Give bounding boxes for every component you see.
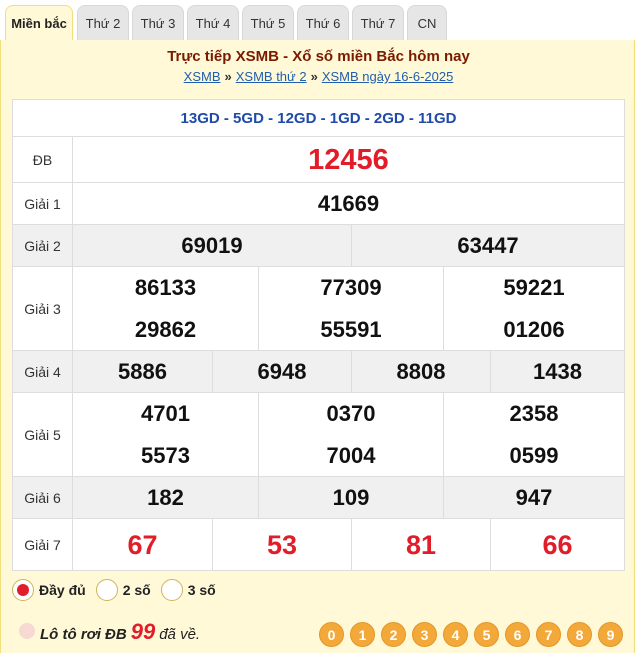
digit-ball[interactable]: 8 (567, 622, 592, 647)
prize-number: 7004 (258, 435, 443, 477)
prize-label: Giải 2 (13, 225, 73, 266)
special-prize-number: 12456 (308, 143, 389, 176)
tab-thu-5[interactable]: Thứ 5 (242, 5, 294, 40)
option-2-digits[interactable]: 2 số (95, 579, 151, 601)
breadcrumb-separator: » (224, 69, 232, 84)
radio-selected-icon[interactable] (12, 579, 34, 601)
prize-number: 0370 (258, 393, 443, 435)
prize-row-g4: Giải 4 5886 6948 8808 1438 (13, 350, 624, 393)
tab-cn[interactable]: CN (407, 5, 447, 40)
prize-row-g5: Giải 5 4701 0370 2358 5573 7004 0599 (13, 392, 624, 477)
digit-balls: 0 1 2 3 4 5 6 7 8 9 (319, 622, 629, 647)
prize-number: 86133 (134, 275, 197, 300)
loto-prefix: Lô tô rơi ĐB (40, 626, 127, 643)
breadcrumb-xsmb-thu-2[interactable]: XSMB thứ 2 (236, 69, 307, 84)
prize-label: Giải 6 (13, 477, 73, 518)
display-options: Đầy đủ 2 số 3 số (12, 574, 226, 606)
prize-number: 59221 (443, 267, 624, 309)
prize-number: 67 (127, 529, 158, 560)
prize-number: 63447 (351, 225, 624, 267)
option-full[interactable]: Đầy đủ (12, 579, 86, 601)
prize-row-g6: Giải 6 182 109 947 (13, 476, 624, 519)
prize-number: 182 (147, 485, 184, 510)
tab-thu-7[interactable]: Thứ 7 (352, 5, 404, 40)
digit-ball[interactable]: 9 (598, 622, 623, 647)
prize-number: 77309 (258, 267, 443, 309)
option-3-digits[interactable]: 3 số (160, 579, 216, 601)
option-label: 2 số (122, 582, 151, 598)
breadcrumb-date[interactable]: XSMB ngày 16-6-2025 (322, 69, 454, 84)
loto-footer: Lô tô rơi ĐB 99 đã về. 0 1 2 3 4 5 6 7 8… (1, 613, 634, 653)
results-frame: 13GD - 5GD - 12GD - 1GD - 2GD - 11GD ĐB … (0, 93, 635, 653)
prize-number: 5886 (118, 359, 167, 384)
breadcrumb: XSMB» XSMB thứ 2» XSMB ngày 16-6-2025 (1, 69, 635, 84)
tab-thu-3[interactable]: Thứ 3 (132, 5, 184, 40)
prize-number: 947 (443, 477, 624, 519)
prize-number: 55591 (258, 309, 443, 351)
prize-row-g2: Giải 2 69019 63447 (13, 224, 624, 267)
prize-number: 81 (351, 519, 490, 571)
prize-number: 6948 (212, 351, 351, 393)
prize-number: 66 (490, 519, 624, 571)
prize-row-g3: Giải 3 86133 77309 59221 29862 55591 012… (13, 266, 624, 351)
breadcrumb-xsmb[interactable]: XSMB (184, 69, 221, 84)
prize-number: 8808 (351, 351, 490, 393)
prize-number: 2358 (443, 393, 624, 435)
digit-ball[interactable]: 4 (443, 622, 468, 647)
results-header: Trực tiếp XSMB - Xổ số miền Bắc hôm nay … (0, 40, 635, 93)
prize-label: Giải 3 (13, 267, 73, 350)
radio-icon[interactable] (160, 579, 183, 601)
prize-number: 69019 (181, 233, 243, 258)
decorative-dot-icon (19, 623, 35, 639)
prize-number: 109 (258, 477, 443, 519)
digit-ball[interactable]: 6 (505, 622, 530, 647)
prize-number: 41669 (317, 191, 380, 216)
loto-suffix: đã về. (159, 626, 201, 643)
day-tabs: Miền bắc Thứ 2 Thứ 3 Thứ 4 Thứ 5 Thứ 6 T… (0, 0, 635, 40)
prize-row-g1: Giải 1 41669 (13, 182, 624, 224)
prize-number: 01206 (443, 309, 624, 351)
digit-ball[interactable]: 1 (350, 622, 375, 647)
prize-label: Giải 1 (13, 183, 73, 224)
prize-label: ĐB (13, 137, 73, 182)
digit-ball[interactable]: 7 (536, 622, 561, 647)
digit-ball[interactable]: 2 (381, 622, 406, 647)
page-title: Trực tiếp XSMB - Xổ số miền Bắc hôm nay (167, 48, 470, 65)
option-label: Đầy đủ (39, 582, 86, 598)
prize-number: 4701 (141, 401, 190, 426)
option-label: 3 số (187, 582, 216, 598)
prize-label: Giải 4 (13, 351, 73, 392)
tab-mien-bac[interactable]: Miền bắc (5, 5, 73, 40)
digit-ball[interactable]: 5 (474, 622, 499, 647)
tab-thu-4[interactable]: Thứ 4 (187, 5, 239, 40)
digit-ball[interactable]: 3 (412, 622, 437, 647)
prize-label: Giải 7 (13, 519, 73, 570)
prize-row-g7: Giải 7 67 53 81 66 (13, 518, 624, 571)
prize-number: 29862 (134, 317, 197, 342)
digit-ball[interactable]: 0 (319, 622, 344, 647)
code-row: 13GD - 5GD - 12GD - 1GD - 2GD - 11GD (13, 100, 624, 136)
prize-row-db: ĐB 12456 (13, 136, 624, 182)
prize-number: 5573 (141, 443, 190, 468)
prize-number: 0599 (443, 435, 624, 477)
prize-label: Giải 5 (13, 393, 73, 476)
results-table: 13GD - 5GD - 12GD - 1GD - 2GD - 11GD ĐB … (12, 99, 625, 571)
prize-number: 1438 (490, 351, 624, 393)
prize-number: 53 (212, 519, 351, 571)
tab-thu-6[interactable]: Thứ 6 (297, 5, 349, 40)
breadcrumb-separator: » (310, 69, 318, 84)
loto-number: 99 (130, 619, 156, 644)
loto-summary: Lô tô rơi ĐB 99 đã về. (40, 619, 200, 645)
tab-thu-2[interactable]: Thứ 2 (77, 5, 129, 40)
draw-codes: 13GD - 5GD - 12GD - 1GD - 2GD - 11GD (180, 109, 457, 127)
radio-icon[interactable] (95, 579, 118, 601)
